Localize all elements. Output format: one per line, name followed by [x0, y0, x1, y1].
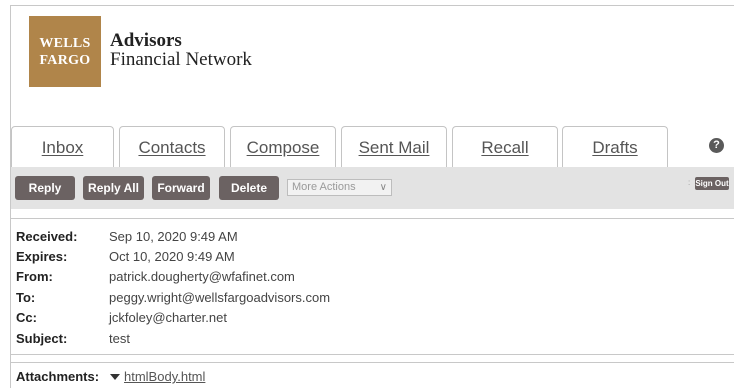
brand-title: Advisors Financial Network	[110, 31, 252, 69]
reply-all-button[interactable]: Reply All	[83, 176, 144, 200]
wells-fargo-logo: WELLS FARGO	[29, 16, 101, 87]
expires-label: Expires:	[16, 249, 68, 264]
help-icon[interactable]: ?	[709, 138, 724, 153]
more-actions-label: More Actions	[292, 181, 356, 193]
chevron-down-icon: ∨	[379, 182, 387, 193]
logo-line-2: FARGO	[39, 52, 91, 68]
cc-label: Cc:	[16, 310, 37, 325]
brand-line-1: Advisors	[110, 30, 182, 51]
separator-dots: :	[688, 178, 691, 187]
tab-recall[interactable]: Recall	[452, 126, 558, 168]
attachment-link[interactable]: htmlBody.html	[124, 369, 205, 384]
sign-out-button[interactable]: Sign Out	[695, 177, 729, 190]
attachments-label: Attachments:	[16, 369, 100, 384]
from-label: From:	[16, 269, 53, 284]
tab-inbox[interactable]: Inbox	[11, 126, 114, 168]
expires-value: Oct 10, 2020 9:49 AM	[109, 249, 235, 264]
logo-line-1: WELLS	[39, 35, 91, 51]
expand-arrow-icon[interactable]	[110, 374, 120, 380]
to-value: peggy.wright@wellsfargoadvisors.com	[109, 290, 331, 305]
more-actions-select[interactable]: More Actions ∨	[287, 179, 392, 196]
tab-sent-mail[interactable]: Sent Mail	[341, 126, 447, 168]
subject-value: test	[109, 331, 130, 346]
reply-button[interactable]: Reply	[15, 176, 75, 200]
brand-line-2: Financial Network	[110, 49, 252, 70]
tab-contacts[interactable]: Contacts	[119, 126, 225, 168]
forward-button[interactable]: Forward	[152, 176, 210, 200]
tab-drafts[interactable]: Drafts	[562, 126, 668, 168]
received-label: Received:	[16, 229, 78, 244]
delete-button[interactable]: Delete	[219, 176, 279, 200]
tab-compose[interactable]: Compose	[230, 126, 336, 168]
cc-value: jckfoley@charter.net	[109, 310, 227, 325]
to-label: To:	[16, 290, 36, 305]
subject-label: Subject:	[16, 331, 68, 346]
received-value: Sep 10, 2020 9:49 AM	[109, 229, 238, 244]
from-value: patrick.dougherty@wfafinet.com	[109, 269, 295, 284]
